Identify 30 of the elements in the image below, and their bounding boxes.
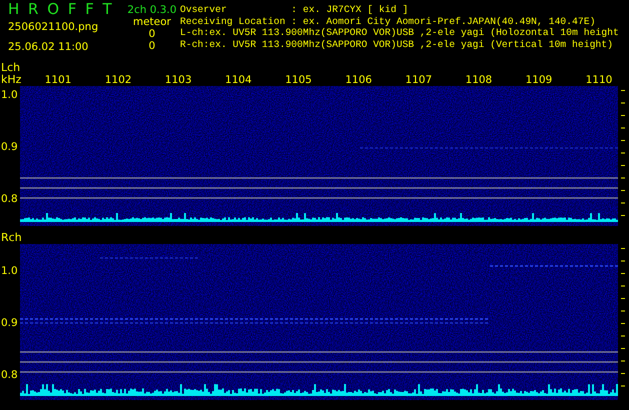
counter-label: meteor bbox=[132, 16, 171, 28]
info-line: L-ch:ex. UV5R 113.900Mhz(SAPPORO VOR)USB ,2-ele yagi (Holozontal 10m height bbox=[180, 27, 619, 38]
x-axis-label: 1110 bbox=[584, 74, 614, 86]
count-value: 0 bbox=[148, 40, 156, 52]
y-axis-label: 0.9 bbox=[0, 141, 19, 153]
y-axis-label: 0.9 bbox=[0, 317, 19, 329]
x-axis-label: 1108 bbox=[464, 74, 494, 86]
y-axis-label: 0.8 bbox=[0, 193, 19, 205]
channel-label: Rch bbox=[0, 232, 23, 244]
y-axis-label: 1.0 bbox=[0, 89, 19, 101]
info-line: Receiving Location : ex. Aomori City Aomori-Pref.JAPAN(40.49N, 140.47E) bbox=[180, 16, 596, 27]
x-axis-label: 1106 bbox=[344, 74, 373, 86]
x-axis-label: 1101 bbox=[44, 74, 72, 86]
y-axis-label: 1.0 bbox=[0, 264, 19, 277]
timestamp: 25.06.02 11:00 bbox=[8, 40, 90, 53]
x-axis-label: 1105 bbox=[284, 74, 313, 86]
x-axis-label: 1109 bbox=[524, 74, 554, 86]
app-title: H R O F F T bbox=[8, 0, 114, 18]
y-axis-label: 0.8 bbox=[0, 369, 19, 381]
x-axis-label: 1102 bbox=[104, 74, 133, 86]
x-axis-label: 1104 bbox=[224, 74, 253, 86]
x-axis-label: 1107 bbox=[404, 74, 434, 86]
count-value: 0 bbox=[148, 28, 156, 40]
info-line: R-ch:ex. UV5R 113.900Mhz(SAPPORO VOR)USB ,2-ele yagi (Vertical 10m height) bbox=[180, 38, 614, 50]
info-line: Ovserver : ex. JR7CYX [ kid ] bbox=[180, 4, 410, 16]
channel-label: Lch bbox=[0, 62, 22, 74]
file-name: 2506021100.png bbox=[8, 20, 100, 33]
unit-label: kHz bbox=[0, 74, 22, 86]
version-label: 2ch 0.3.0 bbox=[127, 4, 177, 16]
x-axis-label: 1103 bbox=[164, 74, 193, 86]
